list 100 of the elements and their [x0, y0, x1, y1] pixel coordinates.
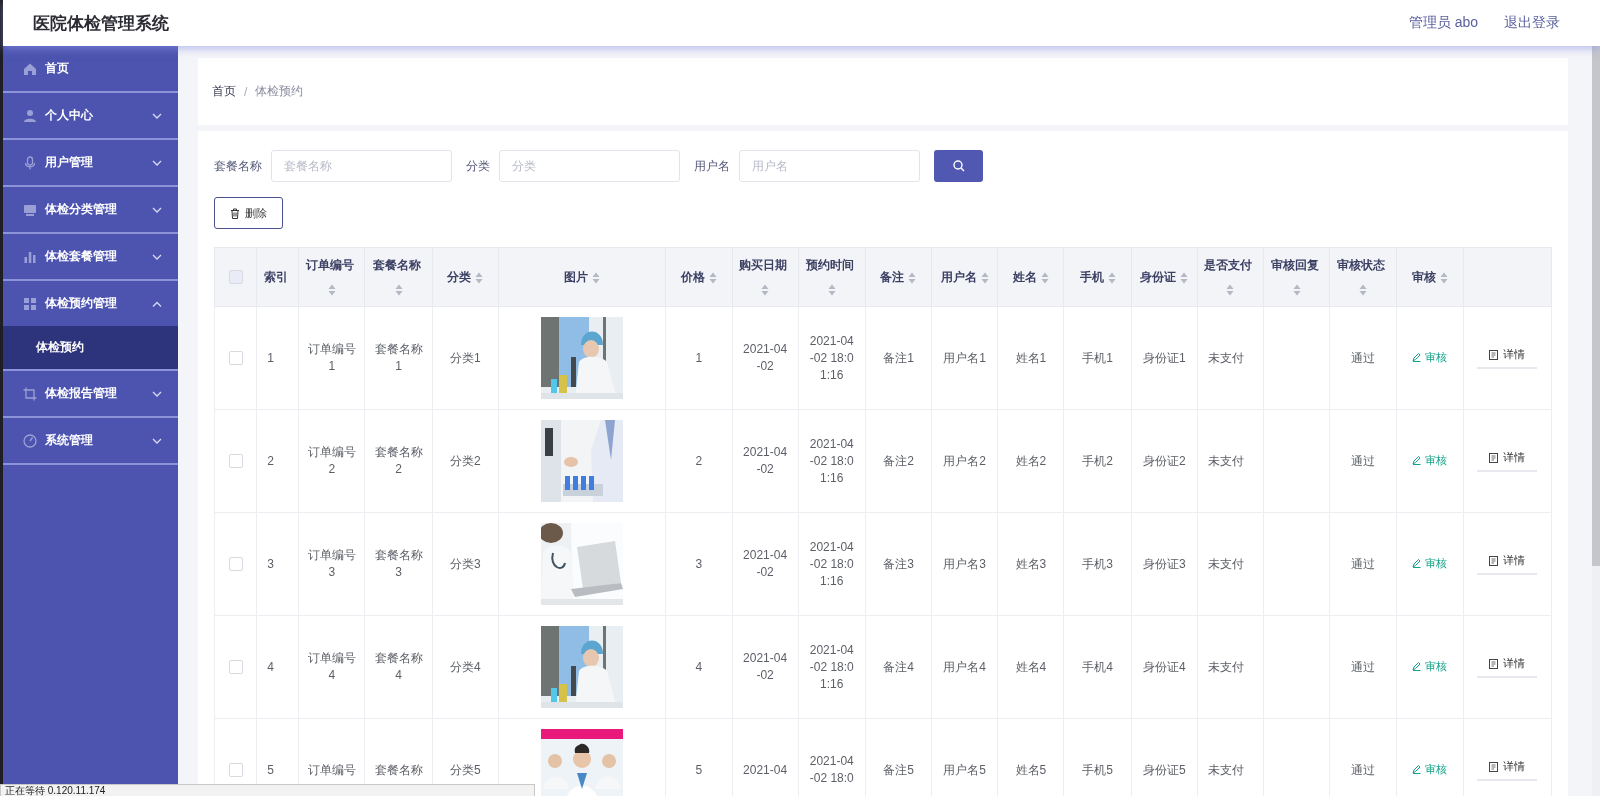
- checkbox[interactable]: [228, 454, 243, 469]
- bar-chart-icon: [23, 249, 37, 264]
- table-cell-text: 2021-04-02 18:0: [808, 753, 855, 787]
- table-cell: 姓名1: [1015, 350, 1047, 365]
- table-cell-text: 2021-04: [742, 761, 789, 779]
- scrollbar[interactable]: [1592, 46, 1600, 796]
- logout-link[interactable]: 退出登录: [1504, 14, 1560, 32]
- column-header[interactable]: 图片: [564, 265, 601, 289]
- table-cell: 用户名4: [943, 659, 986, 674]
- search-field[interactable]: 用户名: [739, 150, 920, 182]
- table-cell: 5: [267, 762, 274, 777]
- checkbox[interactable]: [228, 270, 243, 285]
- table-cell: 3: [267, 556, 274, 571]
- sort-icon: [1292, 283, 1301, 296]
- person-icon: [23, 108, 37, 123]
- sidebar-item[interactable]: 首页: [3, 46, 178, 91]
- table-cell: 备注3: [883, 556, 914, 571]
- table-cell: 订单编号4: [307, 651, 356, 682]
- sidebar-item[interactable]: 体检分类管理: [3, 187, 178, 232]
- table-cell: 通过: [1351, 350, 1376, 365]
- search-field[interactable]: 分类: [499, 150, 680, 182]
- document-icon: [1489, 349, 1499, 360]
- table-cell-text: 2021-04-02: [742, 547, 789, 581]
- chevron-down-icon: [152, 206, 162, 213]
- sort-icon: [1226, 283, 1235, 296]
- sidebar-subitem[interactable]: 体检预约: [3, 326, 178, 369]
- table-cell: 2: [267, 453, 274, 468]
- table-cell: 姓名5: [1015, 762, 1047, 777]
- table-cell: 分类3: [449, 556, 481, 571]
- sidebar-item[interactable]: 用户管理: [3, 140, 178, 185]
- table-cell: 分类2: [449, 453, 481, 468]
- table-cell: 未支付: [1207, 556, 1244, 571]
- table-cell: 3: [695, 556, 703, 571]
- sort-icon: [475, 271, 484, 284]
- checkbox[interactable]: [228, 763, 243, 778]
- sidebar-item[interactable]: 体检报告管理: [3, 371, 178, 416]
- checkbox[interactable]: [228, 660, 243, 675]
- table-cell: 通过: [1351, 762, 1376, 777]
- pencil-icon: [1412, 764, 1422, 775]
- table-cell: 订单编号3: [307, 548, 356, 579]
- table-cell: 用户名5: [943, 762, 986, 777]
- gauge-icon: [23, 433, 37, 448]
- table-cell: 备注1: [883, 350, 914, 365]
- breadcrumb-link[interactable]: 体检预约: [255, 83, 304, 100]
- table-cell: 2: [695, 453, 703, 468]
- chevron-down-icon: [152, 159, 162, 166]
- delete-button[interactable]: 删除: [214, 197, 283, 229]
- table-cell: 姓名3: [1015, 556, 1047, 571]
- search-button[interactable]: [934, 150, 983, 182]
- pencil-icon: [1412, 455, 1422, 466]
- chevron-down-icon: [152, 253, 162, 260]
- sort-icon: [1040, 271, 1049, 284]
- search-field[interactable]: 套餐名称: [271, 150, 452, 182]
- table-cell: 用户名3: [943, 556, 986, 571]
- checkbox[interactable]: [228, 557, 243, 572]
- table-cell: 身份证4: [1142, 659, 1186, 674]
- table-cell: 订单编号2: [307, 445, 356, 476]
- table-cell-text: 2021-04-02: [742, 341, 789, 375]
- table-cell: 1: [695, 350, 703, 365]
- table-cell: 订单编号1: [307, 342, 356, 373]
- pencil-icon: [1412, 558, 1422, 569]
- table-cell: 套餐名称3: [374, 548, 423, 579]
- table-cell: 手机2: [1082, 453, 1113, 468]
- table-cell: 手机5: [1082, 762, 1113, 777]
- sidebar-item[interactable]: 个人中心: [3, 93, 178, 138]
- breadcrumb-separator: /: [244, 84, 248, 99]
- search-icon: [952, 160, 965, 172]
- sidebar-item[interactable]: 体检预约管理: [3, 281, 178, 326]
- sort-icon: [327, 283, 336, 296]
- table-cell: 订单编号: [307, 762, 356, 777]
- table-cell-text: 2021-04-02: [742, 650, 789, 684]
- crop-icon: [23, 386, 37, 401]
- home-icon: [23, 61, 37, 76]
- table-cell-text: 2021-04-02 18:01:16: [808, 641, 855, 693]
- table-cell: 未支付: [1207, 762, 1244, 777]
- table-cell: 4: [695, 659, 703, 674]
- table-cell: 姓名4: [1015, 659, 1047, 674]
- table-cell: 分类5: [449, 762, 481, 777]
- sidebar-item[interactable]: 体检套餐管理: [3, 234, 178, 279]
- field-label: 用户名: [694, 157, 730, 175]
- table-cell: 备注2: [883, 453, 914, 468]
- table-cell: 分类4: [449, 659, 481, 674]
- table-cell: 5: [695, 762, 703, 777]
- checkbox[interactable]: [228, 351, 243, 366]
- table-cell: 未支付: [1207, 453, 1244, 468]
- table-cell: 身份证3: [1142, 556, 1186, 571]
- chevron-down-icon: [152, 112, 162, 119]
- table-cell: 身份证5: [1142, 762, 1186, 777]
- table-cell: 备注5: [883, 762, 914, 777]
- field-label: 分类: [466, 157, 490, 175]
- sort-icon: [394, 283, 403, 296]
- sidebar-item[interactable]: 系统管理: [3, 418, 178, 463]
- table-cell: 通过: [1351, 453, 1376, 468]
- sort-icon: [592, 271, 601, 284]
- user-link[interactable]: 管理员 abo: [1408, 14, 1478, 32]
- breadcrumb-link[interactable]: 首页: [212, 83, 236, 100]
- table-cell: 未支付: [1207, 350, 1244, 365]
- document-icon: [1489, 452, 1499, 463]
- sort-icon: [908, 271, 917, 284]
- table-cell-text: 2021-04-02: [742, 444, 789, 478]
